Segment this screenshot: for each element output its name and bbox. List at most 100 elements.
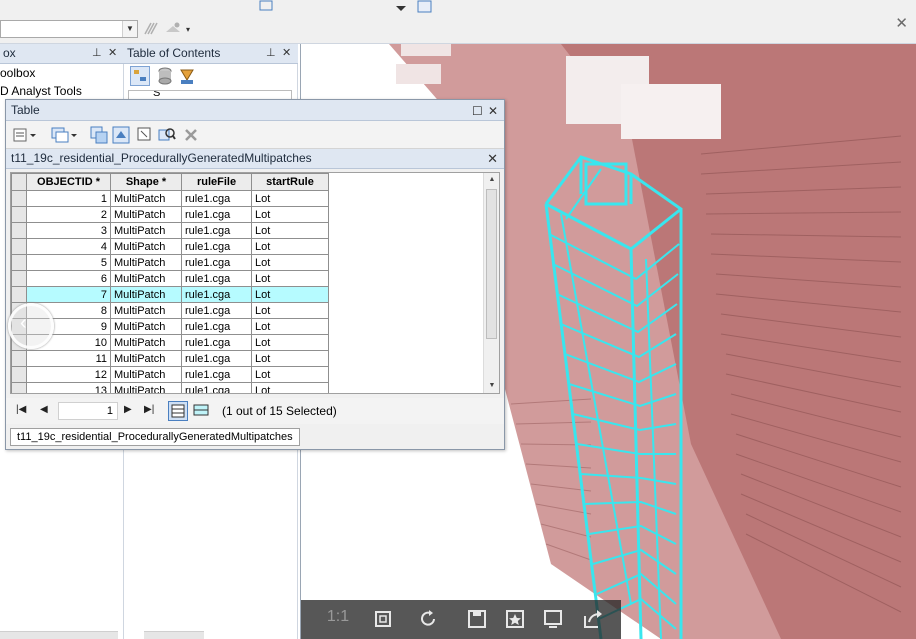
cell-shape[interactable]: MultiPatch	[110, 206, 182, 223]
maximize-icon[interactable]: ☐	[472, 101, 483, 121]
row-selector[interactable]	[11, 366, 27, 383]
cell-startrule[interactable]: Lot	[251, 334, 329, 351]
table-window-titlebar[interactable]: Table ☐ ✕	[6, 100, 504, 121]
table-row[interactable]: 8 MultiPatch rule1.cga Lot	[11, 302, 329, 319]
table-row[interactable]: 5 MultiPatch rule1.cga Lot	[11, 254, 329, 271]
cell-shape[interactable]: MultiPatch	[110, 318, 182, 335]
layer-tool-icon[interactable]	[164, 20, 182, 38]
cell-shape[interactable]: MultiPatch	[110, 286, 182, 303]
toc-horizontal-scrollbar[interactable]	[144, 631, 204, 639]
table-row[interactable]: 1 MultiPatch rule1.cga Lot	[11, 190, 329, 207]
list-by-visibility-icon[interactable]	[178, 66, 196, 86]
pin-icon[interactable]: ⊥	[266, 44, 276, 63]
cell-shape[interactable]: MultiPatch	[110, 366, 182, 383]
table-options-icon[interactable]	[12, 126, 38, 144]
delete-selected-icon[interactable]	[182, 126, 200, 144]
close-icon[interactable]: ✕	[282, 44, 291, 63]
row-selector[interactable]	[11, 270, 27, 287]
toolbox-horizontal-scrollbar[interactable]	[0, 631, 118, 639]
select-by-attributes-icon[interactable]	[90, 126, 108, 144]
cell-shape[interactable]: MultiPatch	[110, 238, 182, 255]
cell-objectid[interactable]: 6	[26, 270, 111, 287]
row-selector[interactable]	[11, 254, 27, 271]
cell-objectid[interactable]: 4	[26, 238, 111, 255]
close-icon[interactable]: ✕	[108, 44, 117, 63]
cell-shape[interactable]: MultiPatch	[110, 254, 182, 271]
cell-rulefile[interactable]: rule1.cga	[181, 318, 252, 335]
cell-shape[interactable]: MultiPatch	[110, 382, 182, 393]
scroll-down-icon[interactable]: ▼	[484, 379, 499, 393]
table-vertical-scrollbar[interactable]: ▲ ▼	[483, 173, 499, 393]
close-icon[interactable]: ✕	[895, 14, 908, 32]
column-header-startrule[interactable]: startRule	[251, 173, 329, 191]
scrollbar-thumb[interactable]	[486, 189, 497, 339]
last-record-icon[interactable]: ▶|	[144, 404, 154, 415]
cell-startrule[interactable]: Lot	[251, 254, 329, 271]
previous-record-icon[interactable]: ◀	[40, 404, 48, 415]
cell-startrule[interactable]: Lot	[251, 238, 329, 255]
row-selector[interactable]	[11, 190, 27, 207]
chevron-left-icon[interactable]: ‹	[20, 312, 27, 335]
screen-icon[interactable]	[541, 608, 565, 630]
toolbar-combo-box[interactable]: ▼	[0, 20, 138, 38]
toolbox-item[interactable]: oolbox	[0, 66, 35, 80]
table-row[interactable]: 13 MultiPatch rule1.cga Lot	[11, 382, 329, 393]
attribute-table-grid[interactable]: OBJECTID * Shape * ruleFile startRule 1M…	[10, 172, 500, 394]
switch-selection-icon[interactable]	[112, 126, 130, 144]
cell-startrule[interactable]: Lot	[251, 222, 329, 239]
table-row[interactable]: 11 MultiPatch rule1.cga Lot	[11, 350, 329, 367]
table-row[interactable]: 4 MultiPatch rule1.cga Lot	[11, 238, 329, 255]
cell-startrule[interactable]: Lot	[251, 318, 329, 335]
cell-objectid[interactable]: 5	[26, 254, 111, 271]
cell-objectid[interactable]: 2	[26, 206, 111, 223]
table-row[interactable]: 9 MultiPatch rule1.cga Lot	[11, 318, 329, 335]
cell-shape[interactable]: MultiPatch	[110, 222, 182, 239]
cell-rulefile[interactable]: rule1.cga	[181, 254, 252, 271]
navigation-ring[interactable]: ‹	[8, 303, 54, 349]
tool-icon[interactable]	[258, 0, 276, 12]
cell-shape[interactable]: MultiPatch	[110, 270, 182, 287]
cell-shape[interactable]: MultiPatch	[110, 350, 182, 367]
select-tool-icon[interactable]	[416, 0, 434, 14]
bookmark-icon[interactable]	[503, 608, 527, 630]
cell-startrule[interactable]: Lot	[251, 350, 329, 367]
row-selector[interactable]	[11, 382, 27, 393]
cell-rulefile[interactable]: rule1.cga	[181, 366, 252, 383]
cell-startrule[interactable]: Lot	[251, 302, 329, 319]
clear-selection-icon[interactable]	[136, 126, 154, 144]
scroll-up-icon[interactable]: ▲	[484, 173, 499, 187]
row-selector-header[interactable]	[11, 173, 27, 191]
table-row[interactable]: 12 MultiPatch rule1.cga Lot	[11, 366, 329, 383]
cell-rulefile[interactable]: rule1.cga	[181, 382, 252, 393]
toc-layer-label[interactable]: S	[153, 91, 160, 99]
table-row[interactable]: 6 MultiPatch rule1.cga Lot	[11, 270, 329, 287]
cell-rulefile[interactable]: rule1.cga	[181, 238, 252, 255]
row-selector[interactable]	[11, 238, 27, 255]
show-selected-records-icon[interactable]	[192, 401, 210, 421]
full-extent-icon[interactable]	[371, 608, 395, 630]
chevron-down-icon[interactable]: ▼	[122, 21, 137, 37]
cell-objectid[interactable]: 7	[26, 286, 111, 303]
cell-rulefile[interactable]: rule1.cga	[181, 350, 252, 367]
share-icon[interactable]	[581, 608, 605, 630]
cell-rulefile[interactable]: rule1.cga	[181, 190, 252, 207]
save-icon[interactable]	[465, 608, 489, 630]
cell-rulefile[interactable]: rule1.cga	[181, 286, 252, 303]
row-selector[interactable]	[11, 286, 27, 303]
table-bottom-tab[interactable]: t11_19c_residential_ProcedurallyGenerate…	[10, 428, 300, 446]
cell-startrule[interactable]: Lot	[251, 206, 329, 223]
scale-label[interactable]: 1:1	[323, 608, 353, 630]
cell-startrule[interactable]: Lot	[251, 382, 329, 393]
toolbox-item[interactable]: D Analyst Tools	[0, 84, 82, 98]
cell-rulefile[interactable]: rule1.cga	[181, 206, 252, 223]
bolt-tool-icon[interactable]	[142, 20, 160, 38]
zoom-to-selected-icon[interactable]	[158, 126, 176, 144]
column-header-shape[interactable]: Shape *	[110, 173, 182, 191]
cell-startrule[interactable]: Lot	[251, 366, 329, 383]
cell-shape[interactable]: MultiPatch	[110, 302, 182, 319]
cell-objectid[interactable]: 3	[26, 222, 111, 239]
list-by-drawing-order-icon[interactable]	[130, 66, 150, 86]
list-by-source-icon[interactable]	[156, 66, 174, 86]
cell-startrule[interactable]: Lot	[251, 270, 329, 287]
cell-startrule[interactable]: Lot	[251, 190, 329, 207]
